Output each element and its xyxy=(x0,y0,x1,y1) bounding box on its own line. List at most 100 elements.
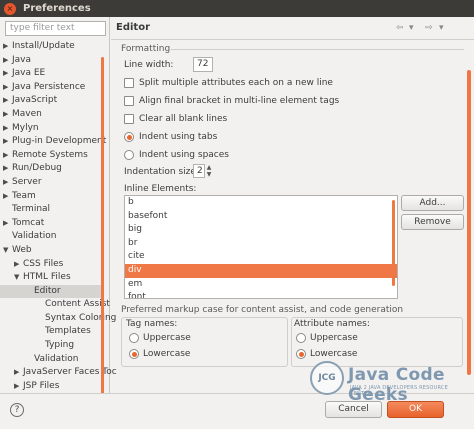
tree-item[interactable]: ▼ HTML Files xyxy=(0,271,104,285)
tree-item[interactable]: ▶ Maven xyxy=(0,108,104,122)
add-button[interactable]: Add... xyxy=(401,195,464,211)
expand-right-icon[interactable]: ▶ xyxy=(3,94,12,108)
list-item[interactable]: div xyxy=(125,263,397,278)
tag-uppercase-radio[interactable] xyxy=(129,333,139,343)
tree-item[interactable]: ▶ JavaServer Faces Toc xyxy=(0,366,117,380)
back-icon[interactable]: ⇦ xyxy=(396,23,404,33)
tree-item[interactable]: ▶ Install/Update xyxy=(0,40,104,54)
tree-item[interactable]: Terminal xyxy=(0,203,104,217)
clear-blank-checkbox[interactable] xyxy=(124,114,134,124)
tree-item-label: Templates xyxy=(45,326,91,337)
expand-right-icon[interactable]: ▶ xyxy=(3,190,12,204)
tree-item[interactable]: ▶ Run/Debug xyxy=(0,162,104,176)
list-scrollbar[interactable] xyxy=(392,200,395,286)
expand-right-icon[interactable]: ▶ xyxy=(3,67,12,81)
tree-item[interactable]: Validation xyxy=(0,230,104,244)
expand-right-icon[interactable]: ▶ xyxy=(3,135,12,149)
page-header: Editor ⇦ ▾ ⇨ ▾ xyxy=(111,17,474,39)
expand-right-icon[interactable]: ▶ xyxy=(14,258,23,272)
expand-right-icon[interactable]: ▶ xyxy=(3,54,12,68)
help-icon[interactable]: ? xyxy=(10,403,24,417)
editor-panel: Editor ⇦ ▾ ⇨ ▾ Formatting Line width: 72… xyxy=(111,17,474,393)
tree-item[interactable]: ▶ JSP Files xyxy=(0,380,104,394)
tree-item[interactable]: ▶ Remote Systems xyxy=(0,149,104,163)
indent-tabs-radio[interactable] xyxy=(124,132,134,142)
expand-right-icon[interactable]: ▶ xyxy=(14,380,23,394)
left-panel: type filter text ▶ Install/Update ▶ Java ▶ Ja… xyxy=(0,17,117,397)
spin-down-icon[interactable]: ▼ xyxy=(205,171,213,178)
tree-item[interactable]: Templates xyxy=(0,325,104,339)
tree-item-label: JSP Files xyxy=(23,380,60,391)
line-width-input[interactable]: 72 xyxy=(193,57,213,72)
attr-uppercase-radio[interactable] xyxy=(296,333,306,343)
expand-down-icon[interactable]: ▼ xyxy=(3,244,12,258)
expand-right-icon[interactable]: ▶ xyxy=(3,108,12,122)
tree-item[interactable]: ▶ Server xyxy=(0,176,104,190)
tree-item[interactable]: Syntax Coloring xyxy=(0,312,116,326)
watermark: JCG Java Code Geeks JAVA 2 JAVA DEVELOPE… xyxy=(310,361,470,405)
align-bracket-checkbox[interactable] xyxy=(124,96,134,106)
tree-item[interactable]: ▶ Plug-in Development xyxy=(0,135,107,149)
list-item[interactable]: em xyxy=(125,278,397,292)
expand-right-icon[interactable]: ▶ xyxy=(3,122,12,136)
tree-item[interactable]: Validation xyxy=(0,353,104,367)
formatting-legend: Formatting xyxy=(121,44,171,54)
expand-right-icon[interactable]: ▶ xyxy=(3,162,12,176)
expand-down-icon[interactable]: ▼ xyxy=(14,271,23,285)
tag-lowercase-radio[interactable] xyxy=(129,349,139,359)
tree-item-label: Terminal xyxy=(12,204,51,215)
tag-uppercase-label: Uppercase xyxy=(143,333,191,343)
list-item[interactable]: font xyxy=(125,291,397,298)
tree-item[interactable]: ▶ Java Persistence xyxy=(0,81,104,95)
tag-lowercase-label: Lowercase xyxy=(143,349,191,359)
tree-item-label: Remote Systems xyxy=(12,149,88,160)
tag-names-label: Tag names: xyxy=(126,319,178,329)
tree-item[interactable]: ▶ Team xyxy=(0,190,104,204)
expand-right-icon[interactable]: ▶ xyxy=(14,366,23,380)
forward-menu-icon[interactable]: ▾ xyxy=(439,23,444,33)
tree-item[interactable]: ▶ Mylyn xyxy=(0,122,104,136)
tree-item[interactable]: ▶ Tomcat xyxy=(0,217,104,231)
tree-item[interactable]: ▶ CSS Files xyxy=(0,258,104,272)
spin-up-icon[interactable]: ▲ xyxy=(205,164,213,171)
back-menu-icon[interactable]: ▾ xyxy=(409,23,414,33)
tree-item[interactable]: Editor xyxy=(0,284,104,299)
split-attrs-checkbox[interactable] xyxy=(124,78,134,88)
expand-right-icon[interactable]: ▶ xyxy=(3,40,12,54)
list-item[interactable]: br xyxy=(125,237,397,251)
expand-right-icon[interactable]: ▶ xyxy=(3,81,12,95)
expand-right-icon[interactable]: ▶ xyxy=(3,176,12,190)
tree-item[interactable]: ▶ Java EE xyxy=(0,67,104,81)
tree-item-label: Java xyxy=(12,54,32,65)
expand-right-icon[interactable]: ▶ xyxy=(3,149,12,163)
preference-tree: ▶ Install/Update ▶ Java ▶ Java EE ▶ Java Persis… xyxy=(0,40,117,394)
indent-size-input[interactable]: 2 xyxy=(193,164,205,178)
editor-scrollbar[interactable] xyxy=(467,70,471,375)
tree-item-label: Team xyxy=(12,190,36,201)
expand-right-icon[interactable]: ▶ xyxy=(3,217,12,231)
list-item[interactable]: basefont xyxy=(125,210,397,224)
tree-item-label: Typing xyxy=(45,340,75,351)
list-item[interactable]: big xyxy=(125,223,397,237)
tree-item[interactable]: Content Assist xyxy=(0,298,110,312)
tree-item-label: Plug-in Development xyxy=(12,136,107,147)
tree-item[interactable]: ▶ Java xyxy=(0,54,104,68)
tree-scrollbar[interactable] xyxy=(101,57,104,397)
tree-item[interactable]: Typing xyxy=(0,339,104,353)
list-item[interactable]: cite xyxy=(125,250,397,264)
tree-item[interactable]: ▶ JavaScript xyxy=(0,94,104,108)
line-width-label: Line width: xyxy=(124,60,174,70)
indent-spaces-radio[interactable] xyxy=(124,150,134,160)
watermark-tagline: JAVA 2 JAVA DEVELOPERS RESOURCE CENTER xyxy=(350,385,448,397)
filter-input[interactable]: type filter text xyxy=(5,21,106,36)
close-icon[interactable]: × xyxy=(4,2,16,15)
tree-item-label: Java EE xyxy=(12,68,46,79)
remove-button[interactable]: Remove xyxy=(401,214,464,230)
tree-item-label: Validation xyxy=(34,353,79,364)
attr-lowercase-radio[interactable] xyxy=(296,349,306,359)
list-item[interactable]: b xyxy=(125,196,397,210)
inline-elements-list[interactable]: b basefont big br cite div em font xyxy=(124,195,398,299)
forward-icon[interactable]: ⇨ xyxy=(425,23,433,33)
markup-case-legend: Preferred markup case for content assist… xyxy=(121,305,404,315)
tree-item[interactable]: ▼ Web xyxy=(0,244,104,258)
